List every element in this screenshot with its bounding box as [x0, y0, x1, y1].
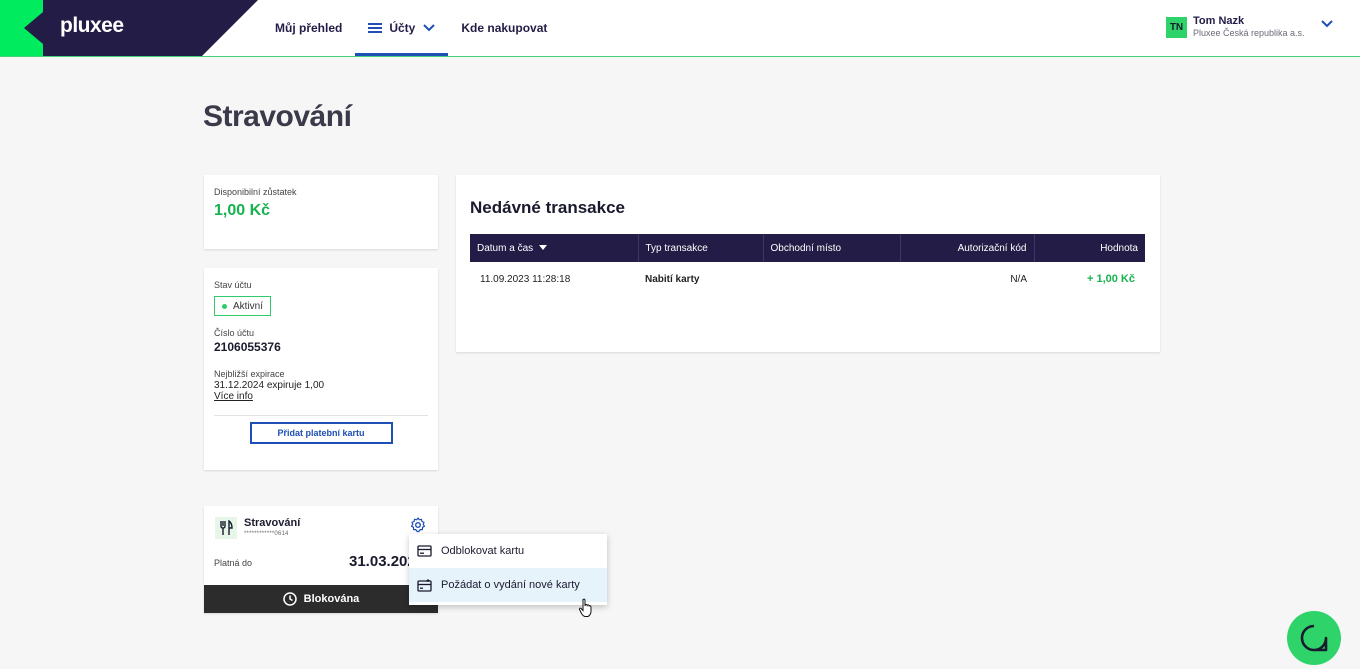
card-name: Stravování: [244, 517, 301, 529]
top-header: pluxee Můj přehled Účty Kde nakupovat TN…: [0, 0, 1360, 57]
card-masked-number: ************0614: [244, 531, 289, 537]
column-header-auth-code: Autorizační kód: [900, 234, 1035, 262]
cell-auth-code: N/A: [1010, 273, 1027, 285]
main-nav: Můj přehled Účty Kde nakupovat: [262, 0, 560, 56]
new-card-icon: [417, 578, 432, 592]
account-number-label: Číslo účtu: [214, 328, 255, 338]
divider: [214, 415, 428, 416]
transactions-panel: Nedávné transakce Datum a čas Typ transa…: [456, 175, 1160, 352]
column-header-datetime[interactable]: Datum a čas: [470, 234, 639, 262]
nav-item-label: Kde nakupovat: [461, 21, 548, 35]
menu-item-label: Odblokovat kartu: [441, 545, 525, 557]
user-company: Pluxee Česká republika a.s.: [1193, 28, 1305, 38]
blocked-status-bar: Blokována: [204, 585, 438, 613]
chat-icon: [1300, 624, 1328, 652]
credit-card-icon: [417, 545, 432, 557]
request-new-card-menu-item[interactable]: Požádat o vydání nové karty: [409, 568, 607, 602]
logo-background-icon: [0, 0, 258, 56]
sort-down-icon: [539, 245, 548, 251]
transactions-table: Datum a čas Typ transakce Obchodní místo…: [470, 234, 1145, 296]
card-actions-menu: Odblokovat kartu Požádat o vydání nové k…: [409, 534, 607, 605]
cell-datetime: 11.09.2023 11:28:18: [480, 273, 571, 285]
cell-type: Nabití karty: [645, 273, 700, 285]
fork-knife-icon: [215, 517, 237, 539]
page-title: Stravování: [203, 100, 352, 133]
logo-text: pluxee: [60, 14, 124, 37]
avatar: TN: [1166, 16, 1187, 38]
cell-place: [763, 262, 900, 296]
menu-item-label: Požádat o vydání nové karty: [441, 579, 580, 591]
user-menu[interactable]: TN Tom Nazk Pluxee Česká republika a.s.: [1166, 15, 1333, 39]
balance-card: Disponibilní zůstatek 1,00 Kč: [204, 175, 438, 249]
status-badge: Aktivní: [214, 296, 272, 316]
column-header-type: Typ transakce: [638, 234, 764, 262]
balance-label: Disponibilní zůstatek: [214, 187, 297, 197]
meal-card: Stravování ************0614 Platná do 31…: [204, 506, 438, 613]
menu-icon: [368, 23, 383, 33]
valid-until-value: 31.03.2026: [349, 553, 409, 570]
unblock-card-menu-item[interactable]: Odblokovat kartu: [409, 534, 607, 568]
add-payment-card-button[interactable]: Přidat platební kartu: [249, 422, 393, 444]
blocked-label: Blokována: [303, 593, 360, 605]
gear-icon[interactable]: [410, 517, 426, 533]
logo[interactable]: pluxee: [0, 0, 258, 56]
account-card: Stav účtu Aktivní Číslo účtu 2106055376 …: [204, 268, 438, 470]
chevron-down-icon[interactable]: [1321, 20, 1333, 28]
column-header-place: Obchodní místo: [763, 234, 901, 262]
balance-value: 1,00 Kč: [214, 202, 271, 219]
expiry-label: Nejbližší expirace: [214, 369, 285, 379]
nav-item-accounts[interactable]: Účty: [355, 0, 449, 56]
table-row: 11.09.2023 11:28:18 Nabití karty N/A + 1…: [470, 262, 1145, 296]
nav-item-label: Účty: [389, 21, 416, 35]
account-number: 2106055376: [214, 340, 281, 354]
expiry-value: 31.12.2024 expiruje 1,00: [214, 380, 325, 391]
status-dot-icon: [222, 303, 227, 309]
user-name: Tom Nazk: [1193, 15, 1245, 27]
status-value: Aktivní: [233, 300, 264, 312]
hand-cursor-icon: [578, 598, 592, 617]
status-label: Stav účtu: [214, 280, 252, 290]
chat-button[interactable]: [1287, 611, 1341, 665]
nav-item-where-to-shop[interactable]: Kde nakupovat: [448, 0, 560, 56]
nav-item-label: Můj přehled: [275, 21, 343, 35]
transactions-title: Nedávné transakce: [470, 198, 625, 217]
clock-icon: [282, 592, 297, 606]
valid-until-label: Platná do: [214, 558, 253, 568]
more-info-link[interactable]: Více info: [214, 391, 428, 402]
cell-value: + 1,00 Kč: [1086, 273, 1135, 285]
chevron-down-icon: [423, 24, 436, 32]
nav-item-overview[interactable]: Můj přehled: [262, 0, 355, 56]
column-header-value: Hodnota: [1034, 234, 1145, 262]
